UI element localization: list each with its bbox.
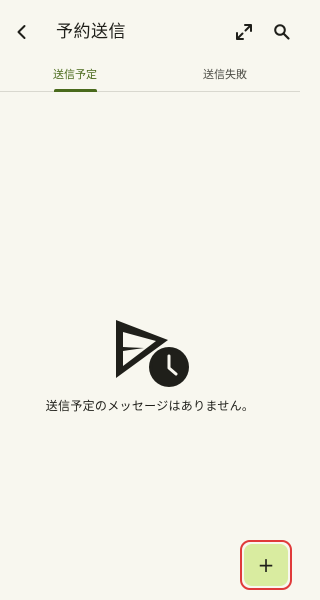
add-icon: + [257,553,275,577]
search-icon [274,24,290,40]
arrow-back-icon [17,25,26,39]
page-title: 予約送信 [56,22,126,42]
expand-button[interactable] [232,20,256,44]
tab-bar: 送信予定 送信失敗 [0,62,300,92]
search-button[interactable] [270,20,294,44]
empty-state-message: 送信予定のメッセージはありません。 [45,399,255,413]
scheduled-send-screen: 予約送信 送信予定 送信失敗 送信予定のメッセージはありません。 + [0,0,300,600]
expand-icon [236,24,252,40]
tab-indicator [54,89,97,92]
back-button[interactable] [8,18,36,46]
add-button[interactable]: + [244,544,288,586]
tab-failed[interactable]: 送信失敗 [150,62,300,92]
app-bar: 予約送信 [0,0,300,62]
tab-scheduled[interactable]: 送信予定 [0,62,150,92]
tab-failed-label: 送信失敗 [203,68,247,81]
scheduled-send-icon [112,318,192,390]
tab-scheduled-label: 送信予定 [53,68,97,81]
